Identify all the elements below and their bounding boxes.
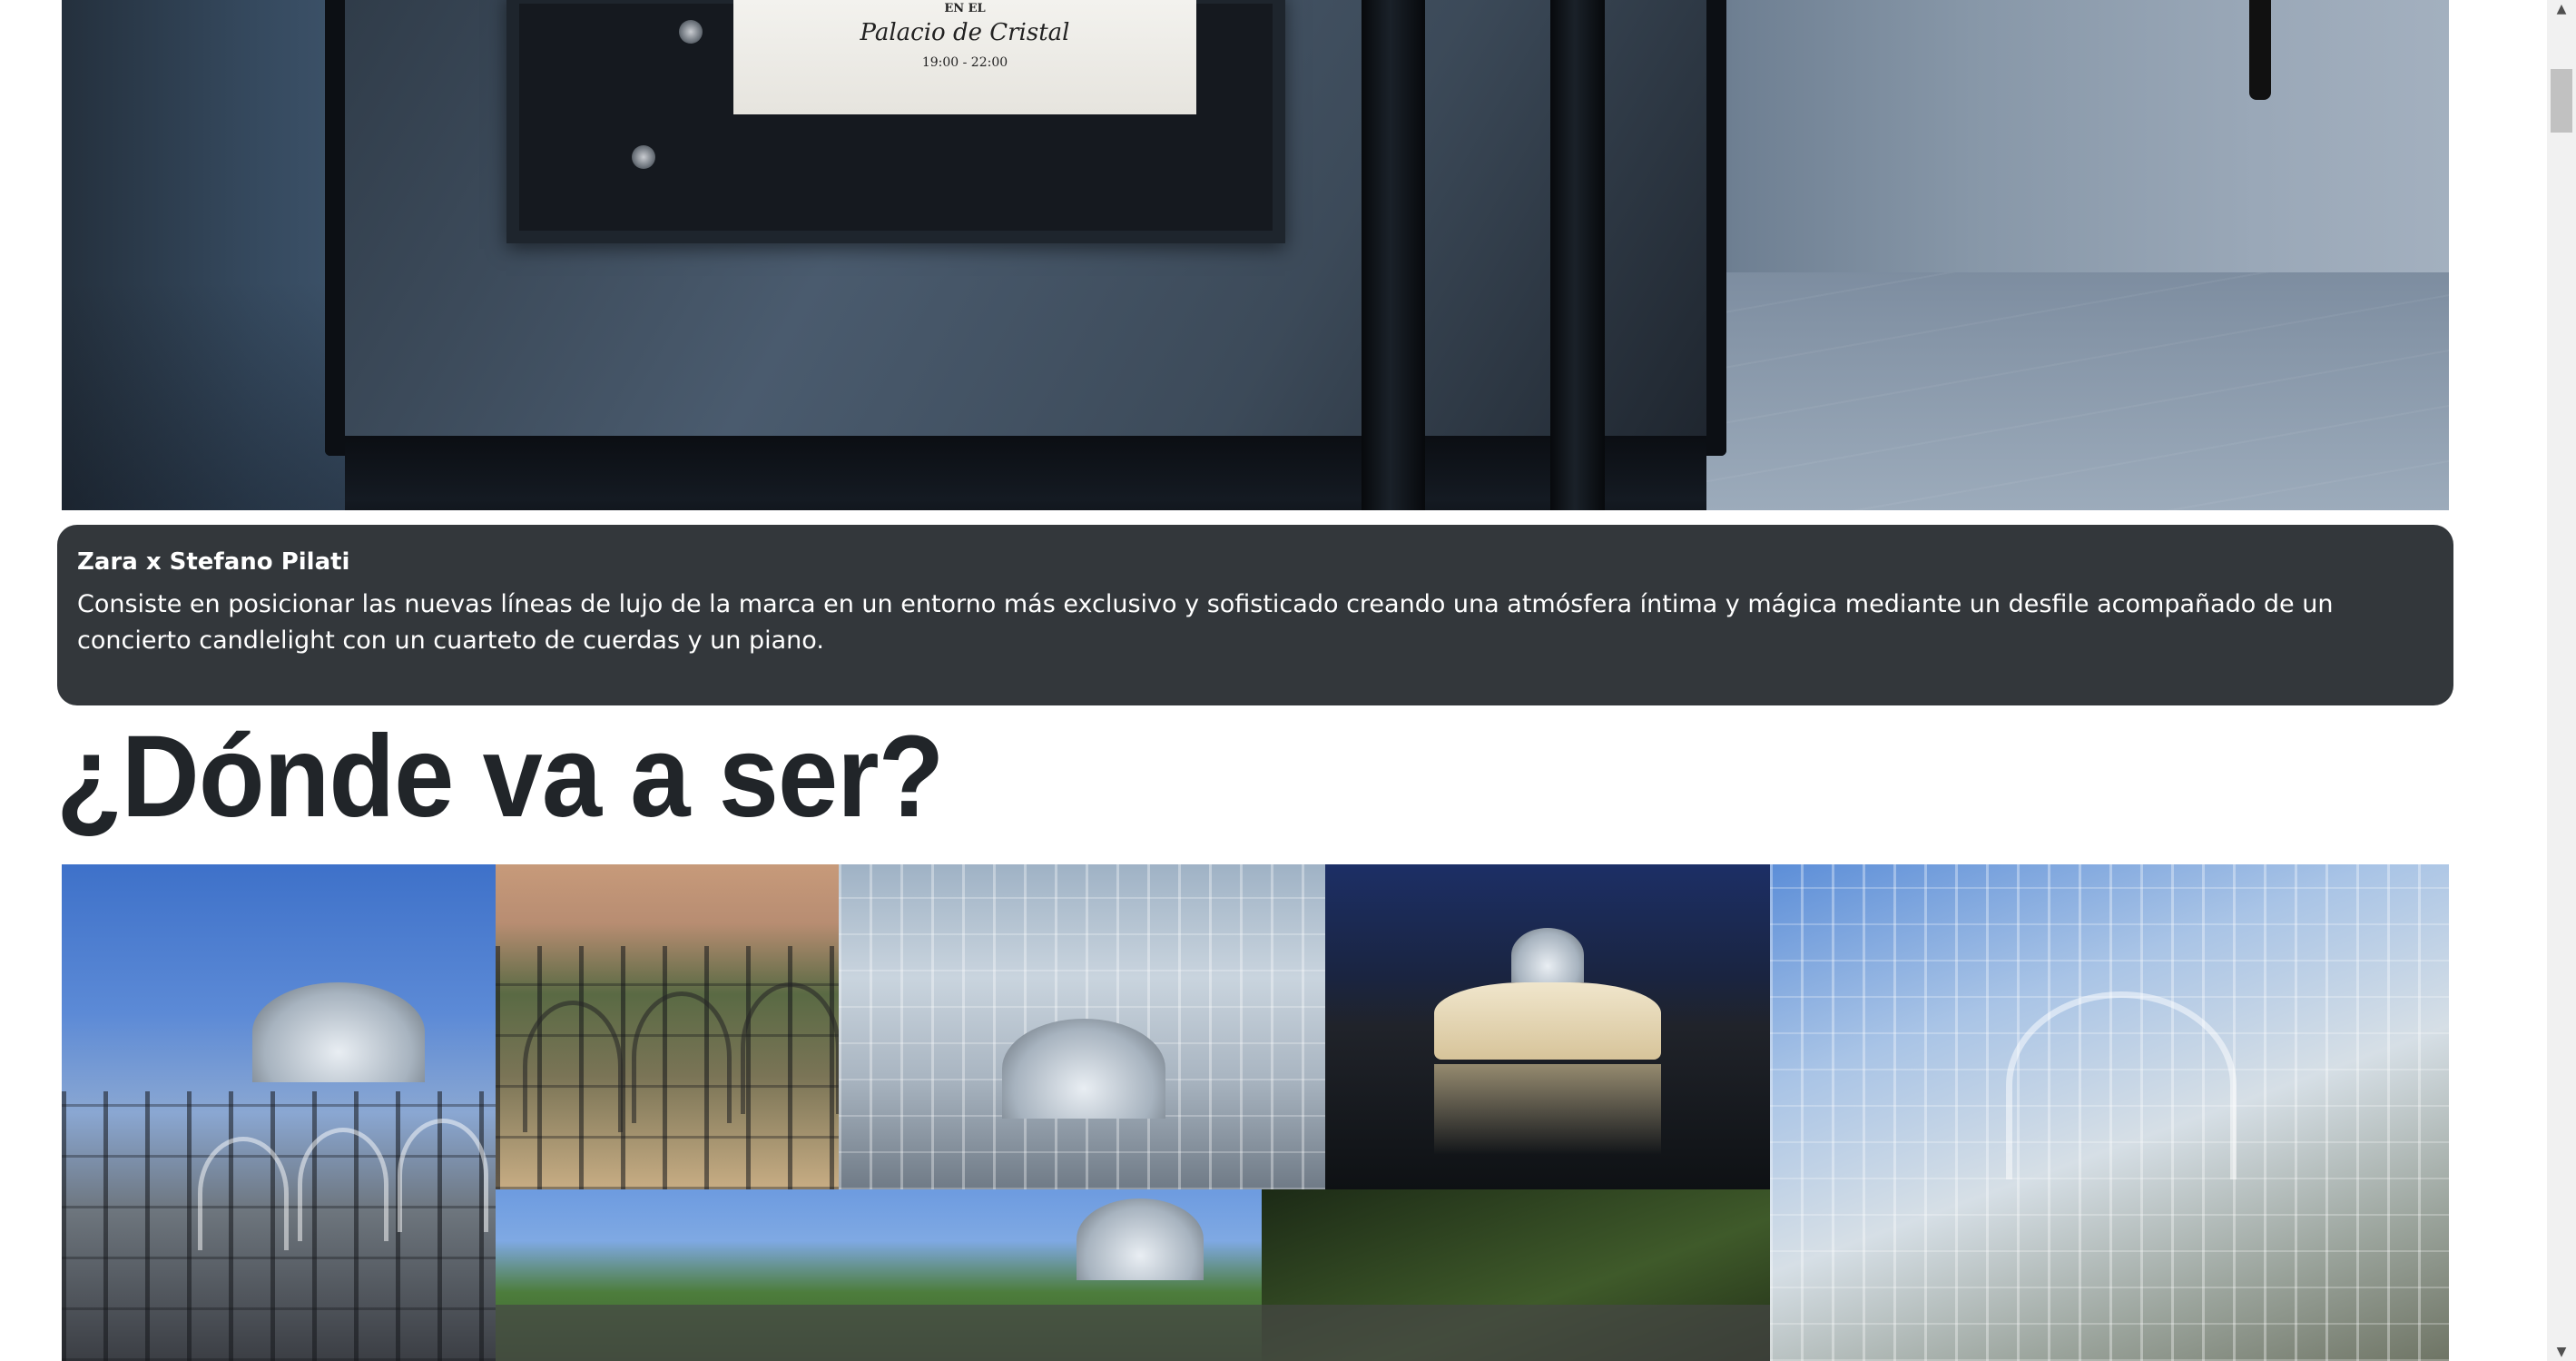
photo-crystal-palace-park-view[interactable]	[496, 1189, 1770, 1361]
scroll-up-icon[interactable]: ▲	[2547, 0, 2576, 18]
bolt-icon	[632, 145, 655, 169]
caption-card: Zara x Stefano Pilati Consiste en posici…	[57, 525, 2453, 705]
page: EN EL Palacio de Cristal 19:00 - 22:00 Z…	[0, 0, 2547, 1361]
photo-crystal-palace-interior-roof[interactable]	[839, 864, 1325, 1189]
bolt-icon	[679, 20, 703, 44]
lamp-post	[2249, 0, 2271, 100]
venue-gallery	[62, 864, 2449, 1361]
arch-shape	[198, 1137, 289, 1250]
vertical-scrollbar[interactable]: ▲ ▼	[2547, 0, 2576, 1361]
section-heading: ¿Dónde va a ser?	[56, 712, 944, 842]
photo-crystal-palace-exterior[interactable]	[62, 864, 496, 1361]
poster-time: 19:00 - 22:00	[921, 55, 1008, 70]
dome-shape	[252, 982, 425, 1082]
dome-shape	[1002, 1019, 1165, 1119]
water-reflection	[1434, 1064, 1661, 1155]
arch-shape	[2006, 991, 2237, 1179]
event-poster: EN EL Palacio de Cristal 19:00 - 22:00	[733, 0, 1196, 114]
arch-shape	[398, 1119, 488, 1232]
photo-crystal-palace-glass-dome[interactable]	[1770, 864, 2449, 1361]
poster-line-1: EN EL	[944, 2, 986, 15]
arch-shape	[741, 982, 839, 1114]
pavement-area	[1632, 272, 2449, 510]
lit-palace	[1434, 982, 1661, 1060]
dome-shape	[1077, 1198, 1204, 1280]
overlay-bar	[496, 1305, 1770, 1361]
photo-crystal-palace-night[interactable]	[1325, 864, 1770, 1189]
scroll-down-icon[interactable]: ▼	[2547, 1343, 2576, 1361]
poster-venue: Palacio de Cristal	[860, 19, 1070, 46]
arch-shape	[298, 1128, 388, 1241]
dome-shape	[1511, 928, 1584, 982]
window-mullion	[1362, 0, 1425, 510]
arch-shape	[632, 991, 732, 1123]
caption-text: Consiste en posicionar las nuevas líneas…	[77, 590, 2334, 655]
hero-image: EN EL Palacio de Cristal 19:00 - 22:00	[62, 0, 2449, 510]
window-mullion	[1550, 0, 1605, 510]
scroll-thumb[interactable]	[2551, 69, 2572, 133]
caption-title: Zara x Stefano Pilati	[77, 548, 350, 576]
arch-shape	[523, 1001, 623, 1132]
photo-crystal-palace-sunset[interactable]	[496, 864, 839, 1189]
